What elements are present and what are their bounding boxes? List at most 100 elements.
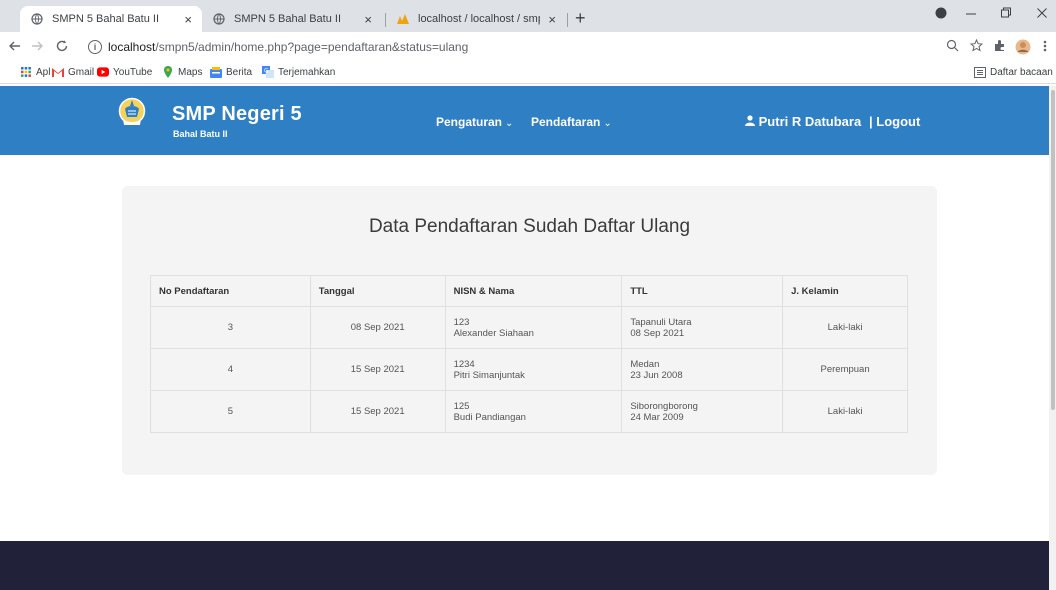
site-header: SMP Negeri 5 Bahal Batu II Pengaturan ⌄ P…: [0, 86, 1056, 155]
globe-icon: [30, 12, 44, 26]
cell-nisn-nama: 1234 Pitri Simanjuntak: [444, 348, 623, 391]
more-menu-icon[interactable]: [1043, 39, 1047, 56]
youtube-icon: [97, 66, 109, 78]
user-name: Putri R Datubara: [758, 114, 862, 129]
browser-tabstrip: SMPN 5 Bahal Batu II × SMPN 5 Bahal Batu…: [0, 0, 1056, 32]
close-tab-icon[interactable]: ×: [548, 12, 556, 27]
menu-label: Pengaturan: [436, 115, 503, 129]
table-row: 5 15 Sep 2021 125 Budi Pandiangan Siboro…: [150, 390, 908, 433]
zoom-icon[interactable]: [946, 39, 959, 55]
bookmark-berita[interactable]: Berita: [210, 66, 252, 78]
reading-list-icon: [974, 66, 986, 78]
bookmark-label: Berita: [226, 66, 253, 78]
chevron-down-icon: ⌄: [505, 118, 514, 129]
close-tab-icon[interactable]: ×: [364, 12, 372, 27]
cell-no: 5: [150, 390, 311, 433]
logout-link[interactable]: | Logout: [869, 114, 920, 129]
restore-icon[interactable]: [1000, 6, 1012, 23]
bookmark-star-icon[interactable]: [969, 38, 984, 55]
cell-no: 3: [150, 306, 311, 349]
menu-label: Pendaftaran: [531, 115, 601, 129]
bookmark-label: YouTube: [113, 66, 153, 78]
maps-icon: [162, 66, 174, 78]
cell-tanggal: 15 Sep 2021: [309, 348, 446, 391]
tab-title: localhost / localhost / smpn5 / si: [418, 13, 540, 25]
cell-no: 4: [150, 348, 311, 391]
browser-tab-3[interactable]: localhost / localhost / smpn5 / si ×: [386, 6, 566, 32]
close-tab-icon[interactable]: ×: [184, 12, 192, 27]
tanggal-lahir: 24 Mar 2009: [630, 411, 684, 423]
scrollbar-thumb[interactable]: [1051, 90, 1055, 410]
cell-tanggal: 08 Sep 2021: [309, 306, 446, 349]
nama: Budi Pandiangan: [453, 411, 526, 423]
site-title[interactable]: SMP Negeri 5: [172, 103, 302, 126]
bookmark-label: Maps: [178, 66, 203, 78]
browser-tab-1[interactable]: SMPN 5 Bahal Batu II ×: [20, 6, 202, 32]
phpmyadmin-icon: [396, 12, 410, 26]
cell-tanggal: 15 Sep 2021: [309, 390, 446, 433]
cell-jenis-kelamin: Laki-laki: [782, 390, 908, 433]
translate-icon: G: [262, 66, 274, 78]
news-icon: [210, 66, 222, 78]
url-host: localhost: [108, 40, 156, 54]
column-header: NISN & Nama: [444, 275, 623, 307]
column-header: No Pendaftaran: [150, 275, 311, 307]
tab-title: SMPN 5 Bahal Batu II: [52, 13, 159, 25]
close-window-icon[interactable]: [1036, 6, 1048, 23]
bookmark-label: Apl: [36, 66, 51, 78]
cell-jenis-kelamin: Perempuan: [782, 348, 908, 391]
info-icon[interactable]: i: [88, 40, 102, 54]
bookmark-maps[interactable]: Maps: [162, 66, 202, 78]
globe-icon: [212, 12, 226, 26]
forward-arrow-icon[interactable]: [30, 39, 44, 56]
tempat-lahir: Siborongborong: [630, 400, 698, 412]
registration-table: No Pendaftaran Tanggal NISN & Nama TTL J…: [150, 275, 908, 433]
reading-list[interactable]: Daftar bacaan: [974, 66, 1053, 78]
avatar[interactable]: [1015, 39, 1031, 58]
reading-list-label: Daftar bacaan: [990, 66, 1053, 78]
nisn: 1234: [453, 358, 475, 370]
cell-jenis-kelamin: Laki-laki: [782, 306, 908, 349]
bookmark-label: Gmail: [68, 66, 95, 78]
extensions-icon[interactable]: [993, 39, 1006, 55]
content-panel: Data Pendaftaran Sudah Daftar Ulang No P…: [122, 186, 937, 475]
bookmark-terjemahkan[interactable]: G Terjemahkan: [262, 66, 335, 78]
tanggal-lahir: 23 Jun 2008: [630, 369, 683, 381]
cell-ttl: Tapanuli Utara 08 Sep 2021: [621, 306, 784, 349]
nisn: 125: [453, 400, 470, 412]
address-bar[interactable]: i localhost/smpn5/admin/home.php?page=pe…: [88, 36, 908, 58]
table-header-row: No Pendaftaran Tanggal NISN & Nama TTL J…: [150, 275, 908, 307]
minimize-icon[interactable]: [965, 6, 977, 23]
bookmarks-bar: Apl Gmail YouTube Maps Berita G Terjemah…: [0, 62, 1056, 84]
svg-text:G: G: [264, 68, 269, 75]
apps-grid-icon: [20, 66, 32, 78]
reload-icon[interactable]: [55, 39, 69, 56]
cell-ttl: Siborongborong 24 Mar 2009: [621, 390, 784, 433]
new-tab-button[interactable]: +: [575, 8, 586, 29]
browser-tab-2[interactable]: SMPN 5 Bahal Batu II ×: [202, 6, 382, 32]
user-menu[interactable]: Putri R Datubara: [745, 114, 861, 129]
tab-separator: [567, 13, 568, 27]
url-path: /smpn5/admin/home.php?page=pendaftaran&s…: [155, 40, 469, 54]
nama: Alexander Siahaan: [453, 327, 534, 339]
cell-nisn-nama: 123 Alexander Siahaan: [444, 306, 623, 349]
table-row: 4 15 Sep 2021 1234 Pitri Simanjuntak Med…: [150, 348, 908, 391]
column-header: Tanggal: [309, 275, 446, 307]
bookmark-gmail[interactable]: Gmail: [52, 66, 94, 78]
tempat-lahir: Medan: [630, 358, 660, 370]
site-footer: [0, 541, 1056, 590]
bookmark-apps[interactable]: Apl: [20, 66, 50, 78]
gmail-icon: [52, 66, 64, 78]
menu-pengaturan[interactable]: Pengaturan ⌄: [436, 115, 513, 129]
cell-nisn-nama: 125 Budi Pandiangan: [444, 390, 623, 433]
menu-pendaftaran[interactable]: Pendaftaran ⌄: [531, 115, 612, 129]
tempat-lahir: Tapanuli Utara: [630, 316, 692, 328]
site-subtitle: Bahal Batu II: [173, 129, 228, 139]
browser-toolbar: i localhost/smpn5/admin/home.php?page=pe…: [0, 32, 1056, 62]
cell-ttl: Medan 23 Jun 2008: [621, 348, 784, 391]
profile-icon[interactable]: [935, 6, 947, 22]
column-header: TTL: [621, 275, 784, 307]
bookmark-youtube[interactable]: YouTube: [97, 66, 152, 78]
back-arrow-icon[interactable]: [8, 39, 22, 56]
page-title: Data Pendaftaran Sudah Daftar Ulang: [368, 216, 691, 237]
